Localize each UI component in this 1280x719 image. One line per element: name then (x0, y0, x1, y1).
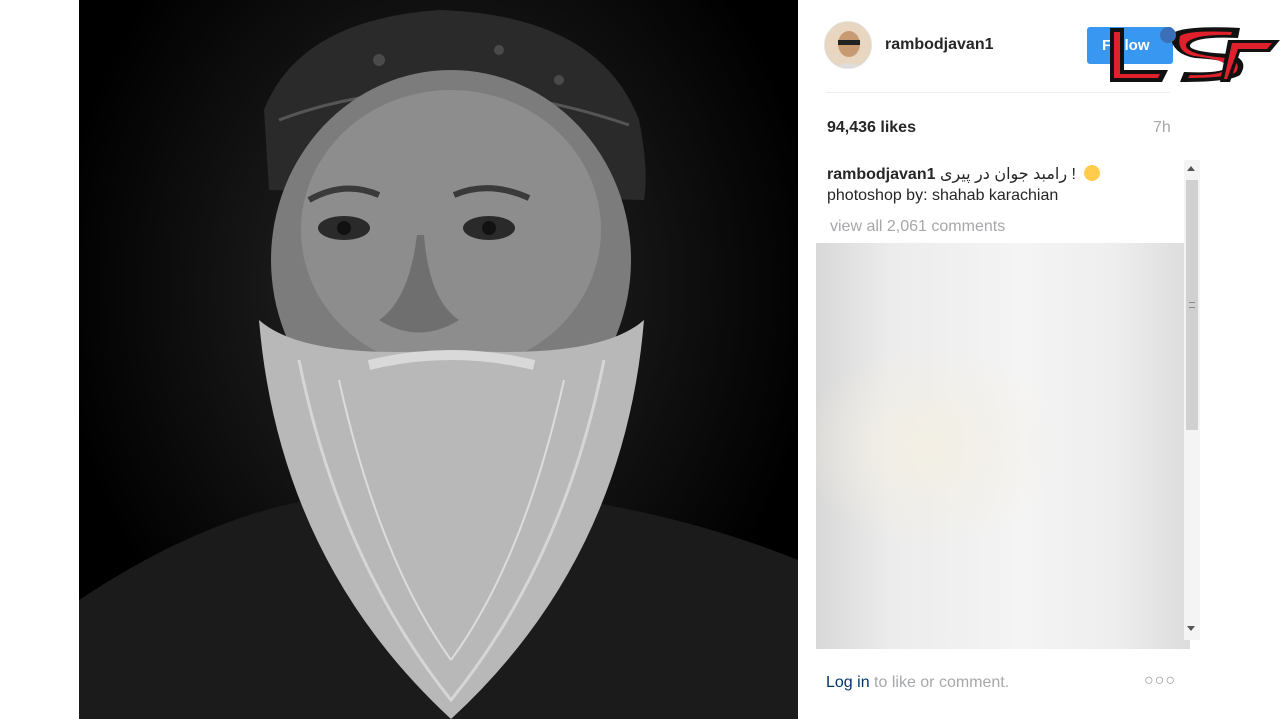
login-link[interactable]: Log in (826, 674, 870, 691)
rokna-logo (1110, 20, 1280, 85)
scroll-down-arrow-icon[interactable] (1187, 626, 1195, 631)
ellipsis-icon[interactable]: ○○○ (1144, 672, 1176, 690)
likes-count[interactable]: 94,436 likes (827, 119, 916, 137)
comments-area[interactable]: rambodjavan1 رامبد جوان در پیری ! photos… (816, 155, 1201, 650)
grip-icon (1189, 302, 1195, 308)
comments-scrollbar[interactable] (1184, 160, 1200, 640)
username-link[interactable]: rambodjavan1 (885, 36, 993, 54)
header-divider (826, 92, 1170, 93)
scroll-thumb[interactable] (1186, 180, 1198, 430)
caption: rambodjavan1 رامبد جوان در پیری ! (827, 164, 1101, 184)
post-photo[interactable] (79, 0, 798, 719)
portrait-illustration (79, 10, 798, 719)
view-all-comments-link[interactable]: view all 2,061 comments (830, 218, 1005, 236)
caption-text: رامبد جوان در پیری ! (939, 166, 1076, 183)
post-header: rambodjavan1 Follow (798, 0, 1280, 93)
smirk-emoji-icon (1084, 165, 1101, 181)
login-prompt: Log in to like or comment. (826, 674, 1009, 692)
scroll-up-arrow-icon[interactable] (1187, 166, 1195, 171)
caption-credit: photoshop by: shahab karachian (827, 187, 1059, 204)
blurred-comments (816, 243, 1190, 649)
caption-username[interactable]: rambodjavan1 (827, 166, 935, 183)
avatar[interactable] (824, 21, 872, 69)
post-sidebar: rambodjavan1 Follow 94,436 likes 7h ramb… (798, 0, 1280, 719)
post-time[interactable]: 7h (1153, 119, 1171, 137)
login-prompt-text: to like or comment. (869, 674, 1010, 691)
